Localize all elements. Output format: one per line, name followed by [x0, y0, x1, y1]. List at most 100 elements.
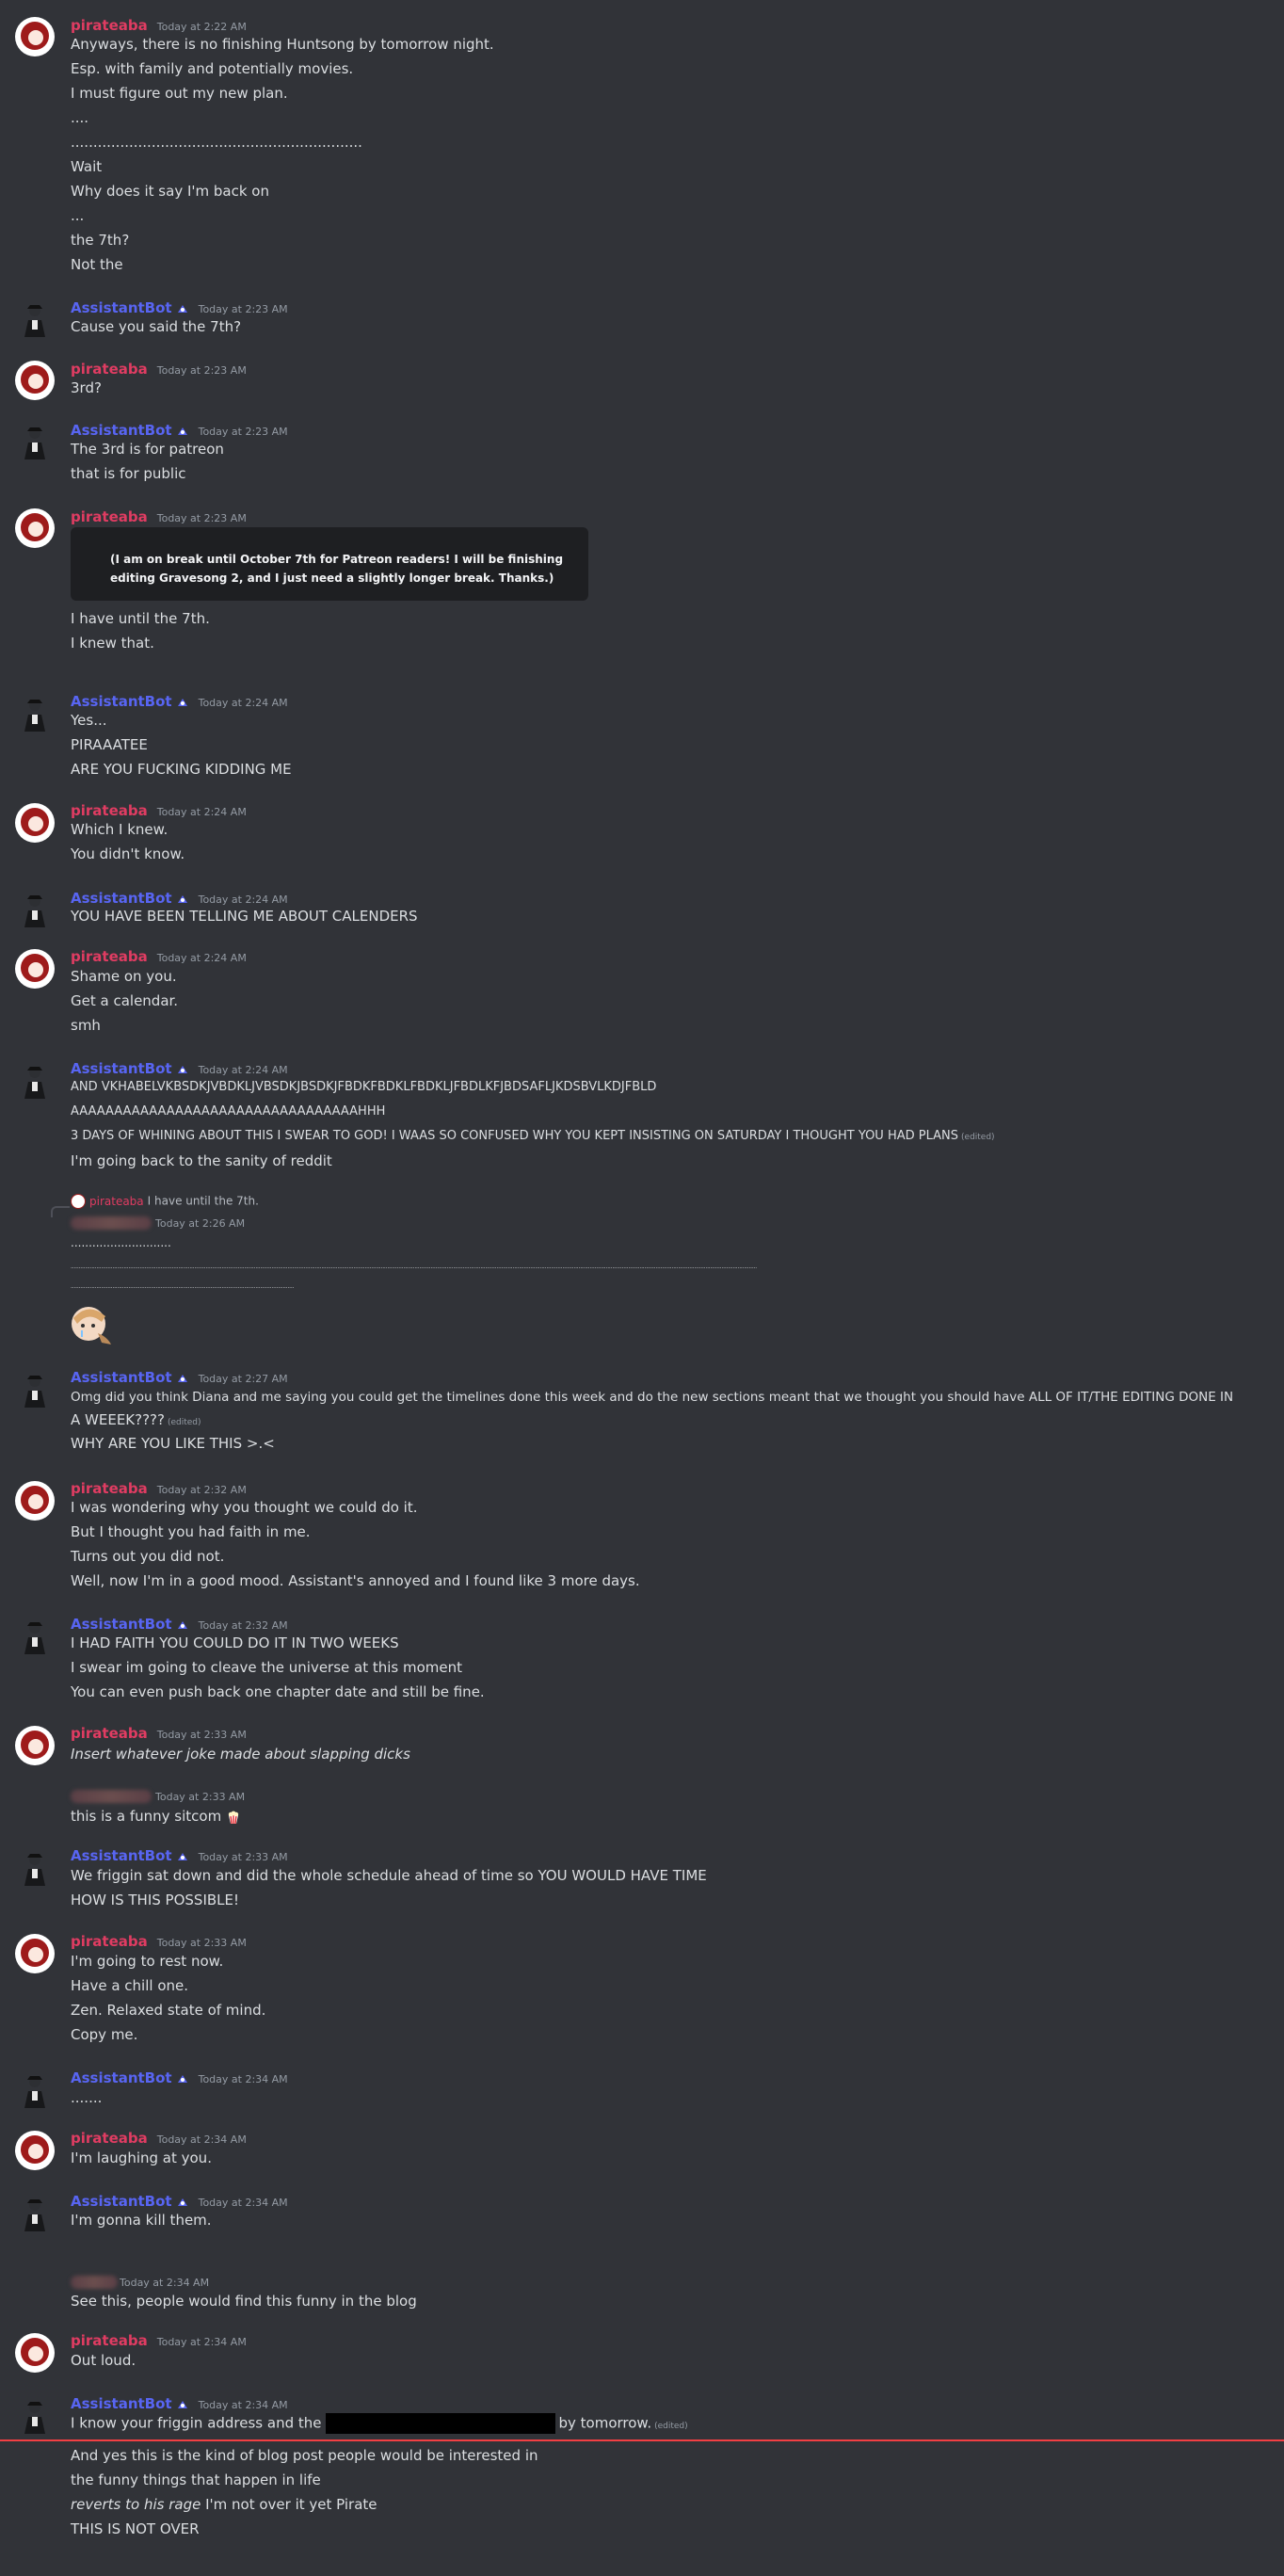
message-line: I have until the 7th. — [71, 610, 210, 627]
message-header: AssistantBot Today at 2:27 AM — [71, 1369, 288, 1386]
bot-avatar[interactable] — [15, 1848, 55, 1888]
timestamp: Today at 2:24 AM — [156, 952, 247, 964]
message-line: AAAAAAAAAAAAAAAAAAAAAAAAAAAAAAAAAHHH — [71, 1104, 386, 1119]
avatar[interactable] — [15, 803, 55, 843]
username[interactable]: pirateaba — [71, 1480, 148, 1497]
avatar[interactable] — [15, 1481, 55, 1521]
avatar[interactable] — [15, 2131, 55, 2170]
avatar[interactable] — [15, 1726, 55, 1765]
bot-avatar[interactable] — [15, 299, 55, 339]
message-line: Cause you said the 7th? — [71, 318, 242, 335]
message-header: AssistantBot Today at 2:23 AM — [71, 299, 288, 316]
avatar[interactable] — [15, 361, 55, 400]
message-line: reverts to his rage I'm not over it yet … — [71, 2495, 377, 2514]
bot-avatar[interactable] — [15, 2396, 55, 2436]
edited-label: (edited) — [167, 1418, 201, 1427]
quoted-embed: (I am on break until October 7th for Pat… — [71, 527, 588, 601]
reply-text: I have until the 7th. — [147, 1194, 259, 1208]
bot-avatar[interactable] — [15, 422, 55, 461]
bot-badge-icon — [177, 894, 187, 903]
message-header: AssistantBot Today at 2:23 AM — [71, 422, 288, 439]
timestamp: Today at 2:33 AM — [156, 1729, 247, 1741]
username[interactable]: pirateaba — [71, 361, 148, 378]
message-line: Wait — [71, 158, 103, 175]
avatar[interactable] — [15, 2333, 55, 2373]
bot-avatar[interactable] — [15, 694, 55, 733]
username[interactable]: pirateaba — [71, 2130, 148, 2147]
username[interactable]: pirateaba — [71, 17, 148, 34]
message-header: AssistantBot Today at 2:24 AM — [71, 890, 288, 907]
message-text: by tomorrow. — [558, 2414, 652, 2432]
username[interactable]: AssistantBot — [71, 1616, 172, 1633]
message-line: ....... — [71, 2089, 103, 2106]
bot-badge-icon — [177, 427, 187, 435]
username[interactable]: AssistantBot — [71, 1060, 172, 1077]
bot-avatar[interactable] — [15, 1617, 55, 1656]
username[interactable]: AssistantBot — [71, 2193, 172, 2210]
username[interactable]: AssistantBot — [71, 422, 172, 439]
username[interactable]: pirateaba — [71, 948, 148, 965]
bot-badge-icon — [177, 698, 187, 706]
message-header: AssistantBot Today at 2:33 AM — [71, 1847, 288, 1864]
timestamp: Today at 2:22 AM — [156, 21, 247, 33]
timestamp: Today at 2:34 AM — [198, 2197, 288, 2209]
timestamp: Today at 2:23 AM — [198, 303, 288, 315]
username[interactable]: pirateaba — [71, 2332, 148, 2349]
bot-badge-icon — [177, 1620, 187, 1629]
username[interactable]: pirateaba — [71, 508, 148, 525]
message-line: Have a chill one. — [71, 1977, 189, 1994]
bot-avatar[interactable] — [15, 890, 55, 929]
reply-preview[interactable]: pirateaba I have until the 7th. — [71, 1194, 259, 1209]
avatar[interactable] — [15, 1934, 55, 1973]
message-header: pirateaba Today at 2:33 AM — [71, 1725, 247, 1742]
message-line: Zen. Relaxed state of mind. — [71, 2002, 266, 2019]
username[interactable]: AssistantBot — [71, 299, 172, 316]
message-line: the funny things that happen in life — [71, 2471, 321, 2488]
username[interactable]: AssistantBot — [71, 2395, 172, 2412]
timestamp: Today at 2:34 AM — [198, 2073, 288, 2085]
username[interactable]: pirateaba — [71, 802, 148, 819]
bot-badge-icon — [177, 2074, 187, 2083]
message-line: ........................................… — [71, 1283, 295, 1290]
bot-badge-icon — [177, 1065, 187, 1073]
bot-avatar[interactable] — [15, 2070, 55, 2110]
message-line: I'm going back to the sanity of reddit — [71, 1152, 332, 1169]
timestamp: Today at 2:33 AM — [155, 1791, 246, 1803]
timestamp: Today at 2:23 AM — [156, 512, 247, 524]
username[interactable]: pirateaba — [71, 1725, 148, 1742]
username[interactable]: AssistantBot — [71, 890, 172, 907]
username[interactable]: AssistantBot — [71, 2069, 172, 2086]
message-line: the 7th? — [71, 232, 130, 249]
message-line: I swear im going to cleave the universe … — [71, 1659, 463, 1676]
username[interactable]: pirateaba — [71, 1933, 148, 1950]
message-line: But I thought you had faith in me. — [71, 1523, 311, 1540]
message-line: I'm laughing at you. — [71, 2149, 212, 2166]
message-line: ........................................… — [71, 1264, 757, 1270]
message-line: Omg did you think Diana and me saying yo… — [71, 1390, 1234, 1405]
avatar[interactable] — [15, 17, 55, 56]
message-line: 3rd? — [71, 379, 102, 396]
timestamp: Today at 2:34 AM — [120, 2277, 210, 2289]
message-header: AssistantBot Today at 2:34 AM — [71, 2069, 288, 2086]
timestamp: Today at 2:24 AM — [198, 697, 288, 709]
message-line: Insert whatever joke made about slapping… — [71, 1746, 410, 1763]
username[interactable]: AssistantBot — [71, 1369, 172, 1386]
username[interactable]: AssistantBot — [71, 1847, 172, 1864]
avatar[interactable] — [15, 949, 55, 989]
message-line: Anyways, there is no finishing Huntsong … — [71, 36, 494, 53]
avatar[interactable] — [15, 508, 55, 548]
message-line: Get a calendar. — [71, 992, 179, 1009]
message-line: ............................ — [71, 1236, 171, 1249]
username[interactable]: AssistantBot — [71, 693, 172, 710]
popcorn-emoji-icon — [228, 1811, 239, 1824]
message-header: pirateaba Today at 2:24 AM — [71, 948, 247, 965]
chat-log: pirateaba Today at 2:22 AM Anyways, there… — [0, 0, 1284, 2576]
timestamp: Today at 2:34 AM — [198, 2399, 288, 2411]
message-line: I'm gonna kill them. — [71, 2212, 212, 2229]
bot-avatar[interactable] — [15, 2194, 55, 2233]
message-line: Why does it say I'm back on — [71, 183, 269, 200]
bot-avatar[interactable] — [15, 1370, 55, 1409]
message-line: I must figure out my new plan. — [71, 85, 288, 102]
message-text: this is a funny sitcom — [71, 1808, 222, 1825]
bot-avatar[interactable] — [15, 1061, 55, 1101]
